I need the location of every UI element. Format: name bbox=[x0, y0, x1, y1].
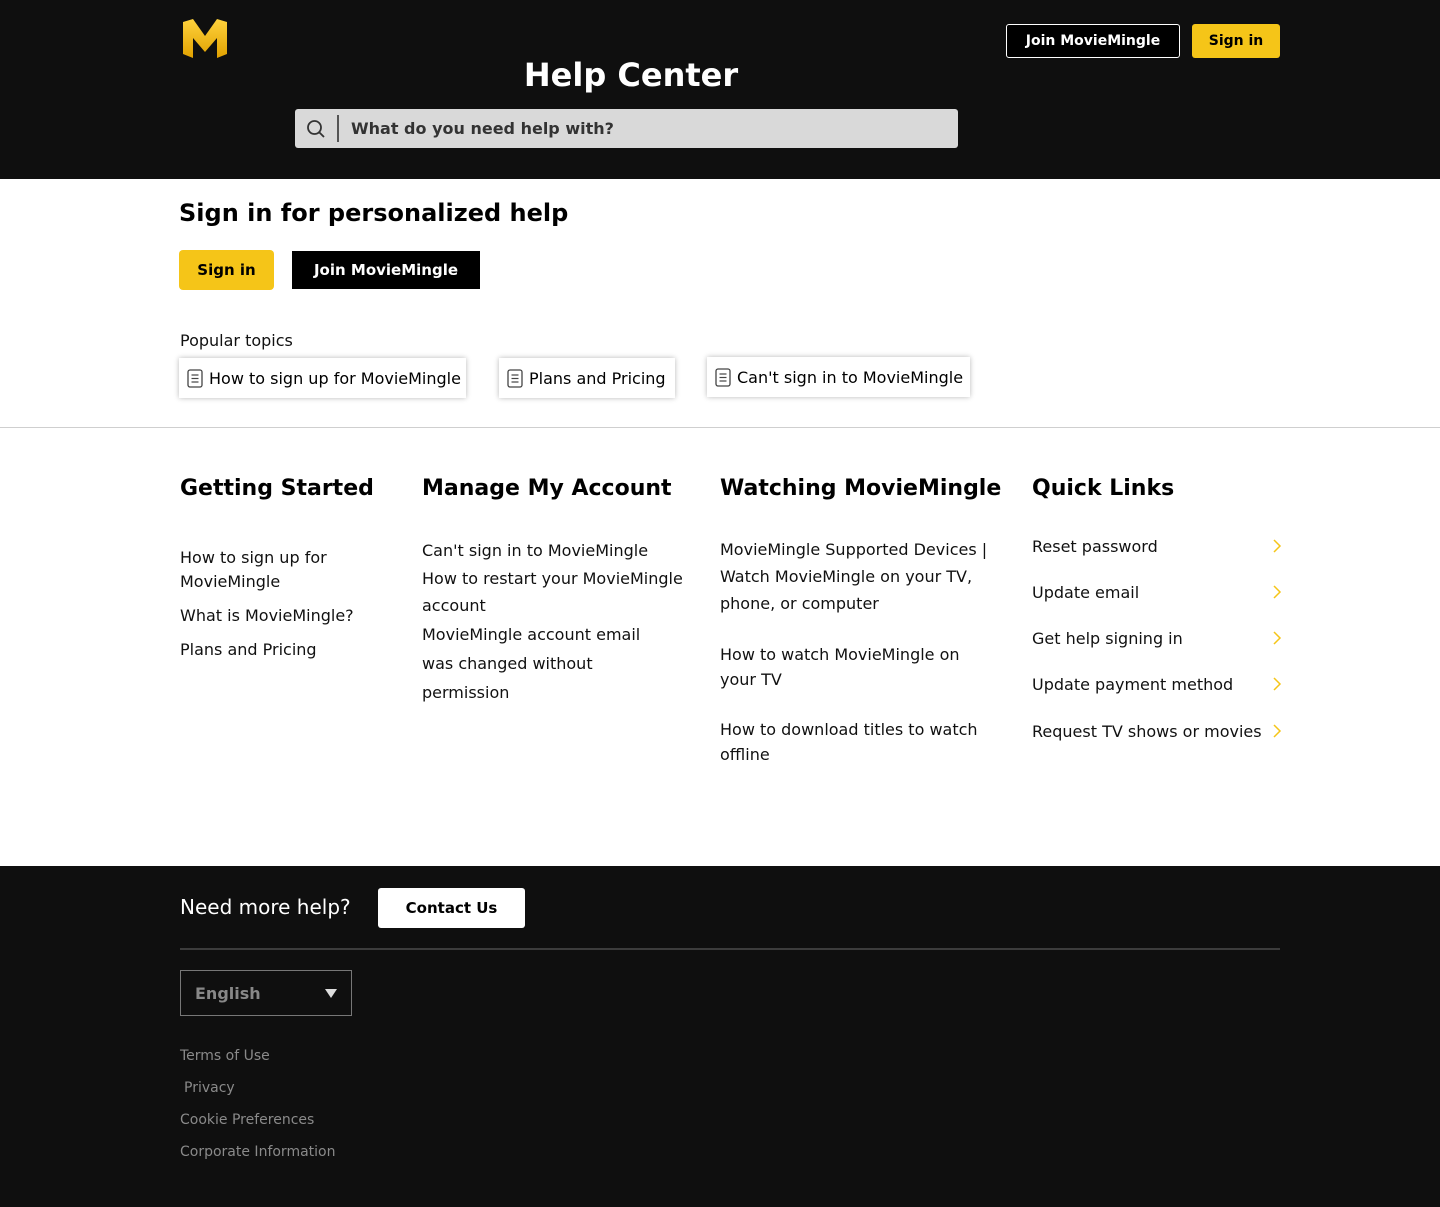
caret-down-icon bbox=[325, 988, 337, 998]
document-icon bbox=[507, 368, 523, 388]
chevron-right-icon bbox=[1273, 677, 1282, 691]
footer-link-corporate[interactable]: Corporate Information bbox=[180, 1144, 335, 1160]
section-divider bbox=[0, 427, 1440, 428]
quick-link-label: Update payment method bbox=[1032, 674, 1234, 694]
document-icon bbox=[187, 368, 203, 388]
watching-link[interactable]: How to watch MovieMingle on your TV bbox=[720, 642, 990, 692]
watching-link[interactable]: How to download titles to watch offline bbox=[720, 717, 990, 767]
document-icon bbox=[715, 367, 731, 387]
getting-started-heading: Getting Started bbox=[180, 476, 374, 501]
chevron-right-icon bbox=[1273, 539, 1282, 553]
header-signin-button[interactable]: Sign in bbox=[1192, 24, 1280, 58]
topic-label: Can't sign in to MovieMingle bbox=[737, 367, 964, 387]
chevron-right-icon bbox=[1273, 724, 1282, 738]
search-input[interactable] bbox=[339, 109, 958, 148]
language-select[interactable]: English bbox=[180, 970, 352, 1016]
popular-topic-signup[interactable]: How to sign up for MovieMingle bbox=[179, 358, 466, 398]
topic-label: Plans and Pricing bbox=[529, 368, 666, 388]
signin-button[interactable]: Sign in bbox=[179, 250, 274, 290]
footer-link-terms[interactable]: Terms of Use bbox=[180, 1048, 270, 1064]
header-join-button[interactable]: Join MovieMingle bbox=[1006, 24, 1180, 58]
join-button[interactable]: Join MovieMingle bbox=[292, 251, 480, 289]
chevron-right-icon bbox=[1273, 631, 1282, 645]
manage-account-link[interactable]: How to restart your MovieMingle account bbox=[422, 565, 692, 619]
manage-account-heading: Manage My Account bbox=[422, 476, 672, 501]
quick-link-label: Update email bbox=[1032, 582, 1140, 602]
page-title: Help Center bbox=[523, 56, 739, 94]
need-more-help-label: Need more help? bbox=[180, 895, 351, 919]
quick-link-help-signing-in[interactable]: Get help signing in bbox=[1032, 625, 1282, 651]
getting-started-link[interactable]: What is MovieMingle? bbox=[180, 604, 400, 628]
watching-heading: Watching MovieMingle bbox=[720, 476, 1002, 501]
manage-account-link[interactable]: Can't sign in to MovieMingle bbox=[422, 539, 682, 563]
language-value: English bbox=[195, 983, 261, 1003]
quick-link-update-email[interactable]: Update email bbox=[1032, 579, 1282, 605]
quick-link-label: Get help signing in bbox=[1032, 628, 1183, 648]
manage-account-link[interactable]: MovieMingle account email was changed wi… bbox=[422, 620, 662, 707]
header: Join MovieMingle Sign in Help Center bbox=[0, 0, 1440, 179]
footer-link-privacy[interactable]: Privacy bbox=[184, 1080, 235, 1096]
search-icon[interactable] bbox=[295, 109, 337, 148]
chevron-right-icon bbox=[1273, 585, 1282, 599]
topic-label: How to sign up for MovieMingle bbox=[209, 368, 461, 388]
quick-link-request-titles[interactable]: Request TV shows or movies bbox=[1032, 718, 1282, 744]
popular-topic-cant-signin[interactable]: Can't sign in to MovieMingle bbox=[707, 357, 970, 397]
popular-topic-plans[interactable]: Plans and Pricing bbox=[499, 358, 675, 398]
personalized-help-title: Sign in for personalized help bbox=[179, 199, 569, 227]
footer-divider bbox=[180, 948, 1280, 950]
getting-started-link[interactable]: How to sign up for MovieMingle bbox=[180, 546, 380, 594]
getting-started-link[interactable]: Plans and Pricing bbox=[180, 638, 400, 662]
quick-links-heading: Quick Links bbox=[1032, 476, 1175, 501]
footer-link-cookies[interactable]: Cookie Preferences bbox=[180, 1112, 314, 1128]
quick-link-label: Request TV shows or movies bbox=[1032, 721, 1262, 741]
quick-link-label: Reset password bbox=[1032, 536, 1158, 556]
quick-link-reset-password[interactable]: Reset password bbox=[1032, 533, 1282, 559]
moviemingle-logo[interactable] bbox=[181, 16, 229, 60]
popular-topics-label: Popular topics bbox=[180, 331, 293, 350]
search-bar[interactable] bbox=[295, 109, 958, 148]
quick-link-update-payment[interactable]: Update payment method bbox=[1032, 671, 1282, 697]
contact-us-button[interactable]: Contact Us bbox=[378, 888, 525, 928]
watching-link[interactable]: MovieMingle Supported Devices | Watch Mo… bbox=[720, 536, 995, 617]
